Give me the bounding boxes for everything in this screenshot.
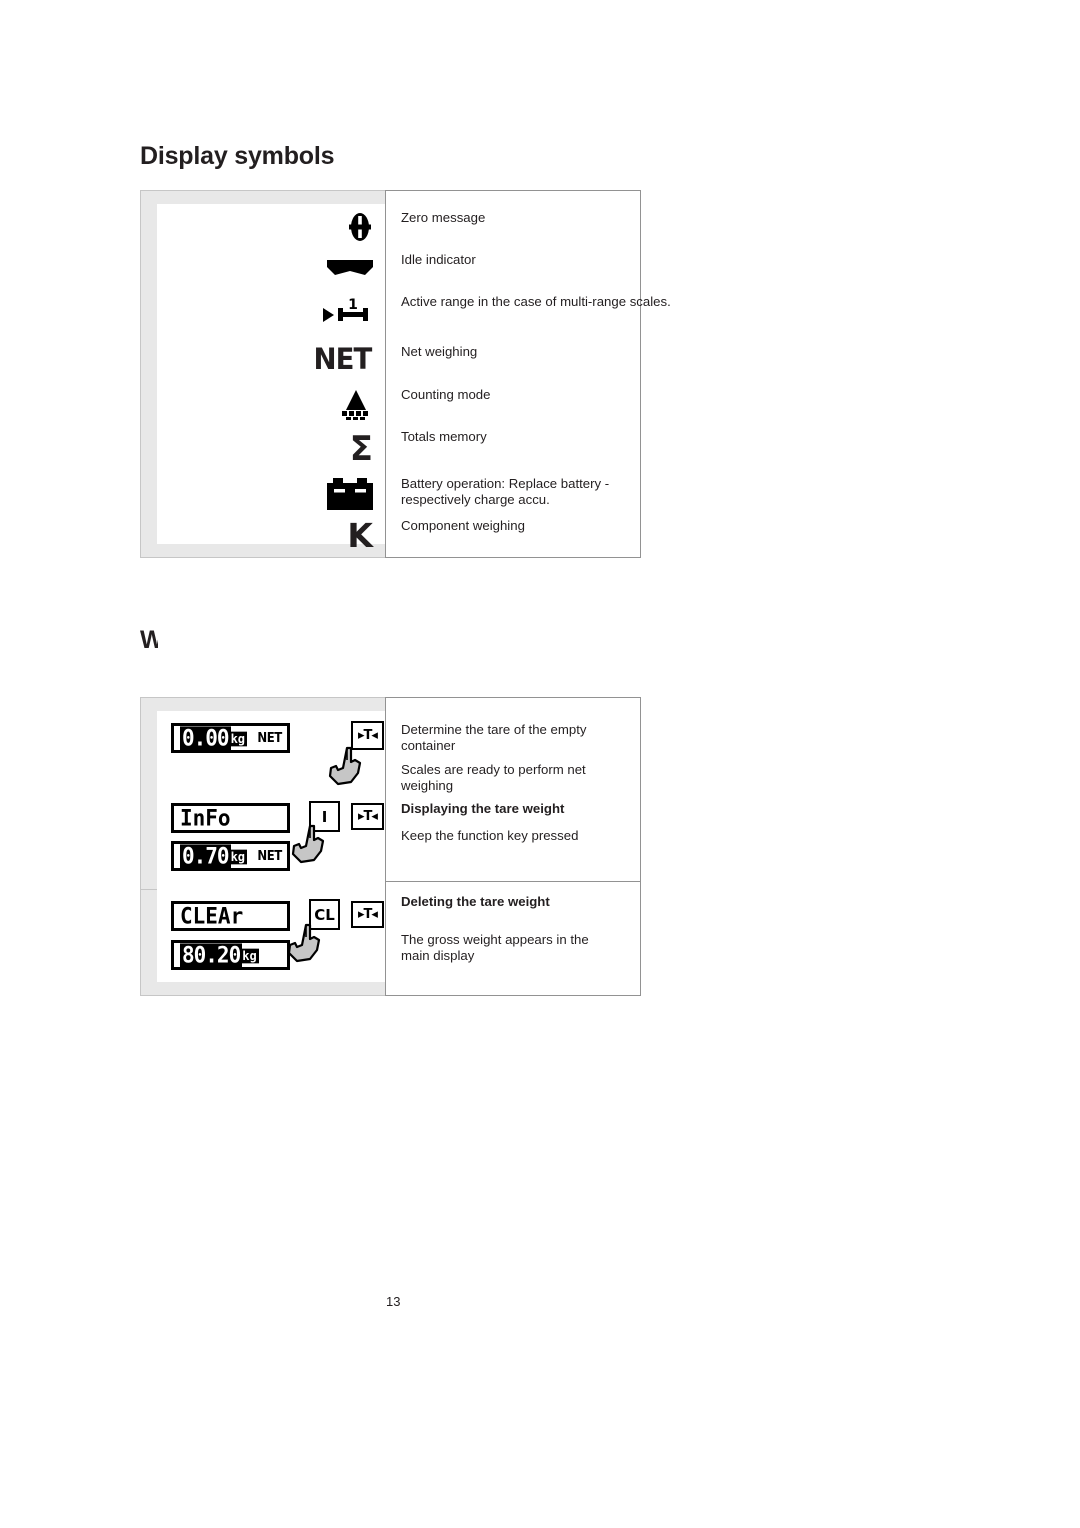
symbol-cell-counting — [339, 390, 373, 420]
symbol-description-counting: Counting mode — [401, 387, 491, 402]
lcd-word-info: InFo — [180, 804, 231, 831]
net-description-displaying-tare-heading: Displaying the tare weight — [401, 801, 565, 816]
lcd-display-zero: 0.00 kg NET — [171, 723, 290, 753]
lcd-word-clear: CLEAr — [180, 902, 244, 929]
net-weighing-table: 0.00 kg NET ▸T◂ InFo I ▸T◂ 0.70 kg NET C… — [140, 697, 641, 996]
left-column-divider — [141, 889, 157, 890]
net-icon: NET — [313, 342, 373, 376]
tare-key-top-label: ▸T◂ — [358, 728, 378, 743]
lcd-unit-1: kg — [230, 731, 248, 747]
lcd-display-gross: 80.20 kg — [171, 940, 290, 970]
net-description-keep-pressed: Keep the function key pressed — [401, 828, 579, 843]
symbol-cell-net: NET — [312, 345, 373, 374]
lcd-unit-3: kg — [230, 849, 248, 865]
zero-message-icon — [349, 213, 371, 241]
net-description-gross-weight: The gross weight appears in the main dis… — [401, 932, 589, 963]
lcd-illustration-area: 0.00 kg NET ▸T◂ InFo I ▸T◂ 0.70 kg NET C… — [141, 711, 385, 982]
symbol-cell-totals: Σ — [350, 432, 373, 466]
symbol-description-idle: Idle indicator — [401, 252, 476, 267]
document-page: Display symbols 1 NET Σ K Zero message I… — [0, 0, 1080, 1528]
display-symbols-table: 1 NET Σ K Zero message Idle indicator Ac… — [140, 190, 671, 558]
symbol-cell-idle — [327, 260, 373, 278]
symbol-description-battery: Battery operation: Replace battery - res… — [401, 476, 610, 507]
symbol-cell-battery — [327, 478, 373, 510]
symbol-description-active-range: Active range in the case of multi-range … — [401, 294, 671, 309]
symbols-description-column: Zero message Idle indicator Active range… — [385, 190, 671, 558]
lcd-net-flag-3: NET — [257, 848, 282, 864]
symbol-description-zero: Zero message — [401, 210, 486, 225]
symbol-cell-active-range: 1 — [323, 296, 373, 326]
lcd-display-tare-value: 0.70 kg NET — [171, 841, 290, 871]
lcd-value-1: 0.00 — [180, 724, 231, 751]
tare-key-middle[interactable]: ▸T◂ — [351, 803, 384, 830]
counting-mode-icon — [342, 390, 368, 420]
description-row-divider — [386, 881, 640, 882]
battery-icon — [327, 478, 373, 510]
net-description-determine-tare: Determine the tare of the empty containe… — [401, 722, 587, 753]
symbol-description-component: Component weighing — [401, 518, 525, 533]
lcd-net-flag-1: NET — [257, 730, 282, 746]
net-description-ready: Scales are ready to perform net weighing — [401, 762, 586, 793]
active-range-number: 1 — [348, 297, 358, 313]
lcd-value-5: 80.20 — [180, 941, 243, 968]
idle-indicator-icon — [327, 260, 373, 275]
symbol-cell-component: K — [347, 519, 373, 552]
totals-memory-icon: Σ — [349, 429, 373, 469]
symbol-description-net: Net weighing — [401, 344, 478, 359]
lcd-unit-5: kg — [242, 948, 259, 964]
lcd-display-info: InFo — [171, 803, 290, 833]
symbol-cell-zero — [347, 212, 373, 242]
active-range-icon: 1 — [323, 297, 368, 322]
pointing-hand-icon-top — [328, 746, 362, 786]
tare-key-bottom[interactable]: ▸T◂ — [351, 901, 384, 928]
net-weighing-illustration-column: 0.00 kg NET ▸T◂ InFo I ▸T◂ 0.70 kg NET C… — [140, 697, 385, 996]
page-title: Display symbols — [140, 142, 335, 170]
component-weighing-icon: K — [347, 516, 373, 555]
symbol-description-totals: Totals memory — [401, 429, 487, 444]
tare-key-middle-label: ▸T◂ — [358, 809, 378, 824]
clipped-section-heading: Weighing with tare — [140, 626, 158, 654]
clear-key-label: CL — [314, 905, 335, 924]
lcd-display-clear: CLEAr — [171, 901, 290, 931]
pointing-hand-icon-middle — [291, 824, 325, 864]
symbols-icon-list: 1 NET Σ K — [157, 204, 385, 552]
symbols-icon-column: 1 NET Σ K — [140, 190, 385, 558]
pointing-hand-icon-bottom — [287, 923, 321, 963]
tare-key-bottom-label: ▸T◂ — [358, 907, 378, 922]
info-key-label: I — [321, 807, 328, 826]
lcd-value-3: 0.70 — [180, 842, 231, 869]
net-weighing-description-column: Determine the tare of the empty containe… — [385, 697, 641, 996]
net-description-deleting-tare-heading: Deleting the tare weight — [401, 894, 550, 909]
page-number: 13 — [386, 1294, 401, 1309]
